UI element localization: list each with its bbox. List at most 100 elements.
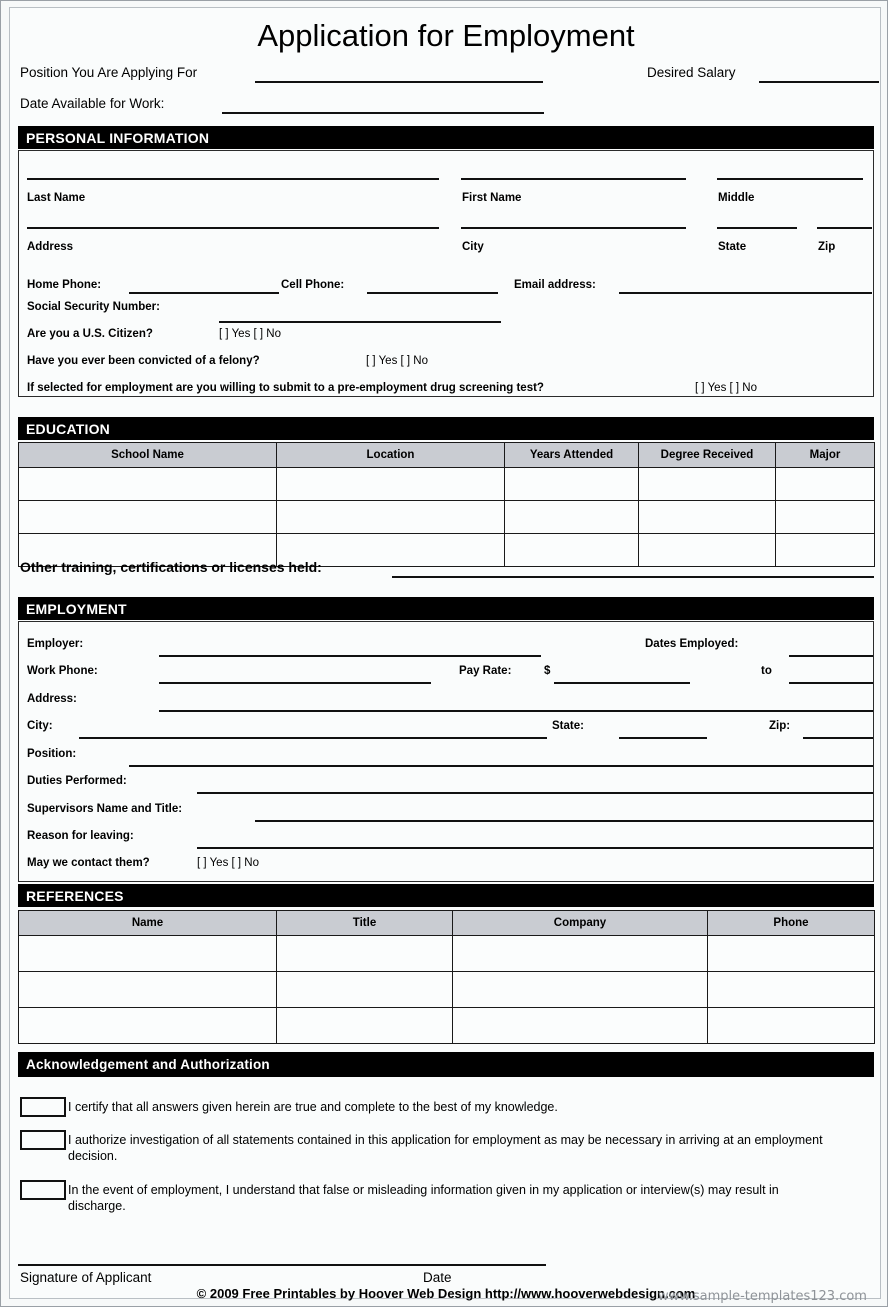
home-phone-input[interactable] [129, 292, 279, 294]
education-cell[interactable] [638, 533, 776, 567]
references-table-header-row: Name Title Company Phone [18, 910, 875, 936]
employment-zip-input[interactable] [803, 737, 873, 739]
employment-address-input[interactable] [159, 710, 873, 712]
duties-performed-input[interactable] [197, 792, 873, 794]
citizen-yes-no-checkboxes[interactable]: [ ] Yes [ ] No [219, 328, 281, 340]
acknowledgement-checkbox-3[interactable] [20, 1180, 66, 1200]
cell-phone-input[interactable] [367, 292, 498, 294]
references-cell[interactable] [707, 935, 875, 972]
site-watermark: www.sample-templates123.com [658, 1289, 867, 1304]
middle-name-input[interactable] [717, 178, 863, 180]
education-cell[interactable] [504, 467, 639, 501]
education-cell[interactable] [775, 467, 875, 501]
cell-phone-label: Cell Phone: [281, 279, 345, 291]
signature-label: Signature of Applicant [20, 1270, 152, 1285]
references-cell[interactable] [18, 935, 277, 972]
dollar-sign-label: $ [544, 665, 551, 677]
drug-screening-question-label: If selected for employment are you willi… [27, 382, 544, 394]
references-cell[interactable] [18, 971, 277, 1008]
signature-line[interactable] [18, 1264, 546, 1266]
table-row [18, 935, 875, 972]
education-col-location: Location [276, 442, 505, 468]
felony-question-label: Have you ever been convicted of a felony… [27, 355, 260, 367]
state-label: State [718, 241, 747, 253]
supervisor-name-title-input[interactable] [255, 820, 873, 822]
zip-input[interactable] [817, 227, 872, 229]
employment-city-label: City: [27, 720, 53, 732]
supervisor-name-title-label: Supervisors Name and Title: [27, 803, 183, 815]
citizen-question-label: Are you a U.S. Citizen? [27, 328, 153, 340]
table-row [18, 500, 875, 534]
education-cell[interactable] [504, 533, 639, 567]
city-input[interactable] [461, 227, 686, 229]
acknowledgement-checkbox-1[interactable] [20, 1097, 66, 1117]
references-cell[interactable] [452, 1007, 708, 1044]
email-input[interactable] [619, 292, 872, 294]
references-cell[interactable] [276, 971, 453, 1008]
address-input[interactable] [27, 227, 439, 229]
desired-salary-input[interactable] [759, 81, 879, 83]
references-cell[interactable] [276, 935, 453, 972]
references-cell[interactable] [707, 1007, 875, 1044]
employer-label: Employer: [27, 638, 84, 650]
dates-employed-from-input[interactable] [789, 655, 873, 657]
employment-zip-label: Zip: [769, 720, 791, 732]
education-cell[interactable] [18, 467, 277, 501]
date-available-input[interactable] [222, 112, 544, 114]
work-phone-input[interactable] [159, 682, 431, 684]
references-cell[interactable] [18, 1007, 277, 1044]
education-cell[interactable] [638, 500, 776, 534]
references-col-name: Name [18, 910, 277, 936]
references-cell[interactable] [707, 971, 875, 1008]
education-cell[interactable] [638, 467, 776, 501]
position-applying-input[interactable] [255, 81, 543, 83]
page-inner-border: Application for Employment Position You … [9, 7, 881, 1304]
last-name-label: Last Name [27, 192, 86, 204]
felony-yes-no-checkboxes[interactable]: [ ] Yes [ ] No [366, 355, 428, 367]
first-name-input[interactable] [461, 178, 686, 180]
education-col-major: Major [775, 442, 875, 468]
section-header-education-label: EDUCATION [26, 420, 110, 437]
section-header-acknowledgement-label: Acknowledgement and Authorization [26, 1057, 270, 1072]
dates-employed-to-input[interactable] [789, 682, 873, 684]
employment-city-input[interactable] [79, 737, 547, 739]
references-col-phone: Phone [707, 910, 875, 936]
references-cell[interactable] [276, 1007, 453, 1044]
desired-salary-label: Desired Salary [647, 65, 736, 80]
pay-rate-label: Pay Rate: [459, 665, 512, 677]
education-col-degree-received: Degree Received [638, 442, 776, 468]
employment-state-label: State: [552, 720, 584, 732]
page-title: Application for Employment [257, 18, 635, 53]
city-label: City [462, 241, 484, 253]
dates-employed-label: Dates Employed: [645, 638, 739, 650]
education-cell[interactable] [775, 500, 875, 534]
other-training-input[interactable] [392, 576, 874, 578]
acknowledgement-checkbox-2[interactable] [20, 1130, 66, 1150]
education-cell[interactable] [18, 500, 277, 534]
employment-address-label: Address: [27, 693, 77, 705]
section-header-employment-label: EMPLOYMENT [26, 600, 127, 617]
references-table: Name Title Company Phone [18, 910, 875, 1044]
state-input[interactable] [717, 227, 797, 229]
may-contact-yes-no-checkboxes[interactable]: [ ] Yes [ ] No [197, 857, 259, 869]
employment-state-input[interactable] [619, 737, 707, 739]
last-name-input[interactable] [27, 178, 439, 180]
section-header-references: REFERENCES [18, 884, 874, 907]
pay-rate-input[interactable] [554, 682, 690, 684]
education-cell[interactable] [276, 467, 505, 501]
references-col-company: Company [452, 910, 708, 936]
employment-position-input[interactable] [129, 765, 873, 767]
drug-screening-yes-no-checkboxes[interactable]: [ ] Yes [ ] No [695, 382, 757, 394]
address-label: Address [27, 241, 74, 253]
references-cell[interactable] [452, 971, 708, 1008]
references-cell[interactable] [452, 935, 708, 972]
section-header-references-label: REFERENCES [26, 887, 124, 904]
education-cell[interactable] [775, 533, 875, 567]
education-col-years-attended: Years Attended [504, 442, 639, 468]
employer-input[interactable] [159, 655, 541, 657]
education-cell[interactable] [276, 500, 505, 534]
education-cell[interactable] [504, 500, 639, 534]
reason-for-leaving-input[interactable] [197, 847, 873, 849]
ssn-input[interactable] [219, 321, 501, 323]
duties-performed-label: Duties Performed: [27, 775, 127, 787]
